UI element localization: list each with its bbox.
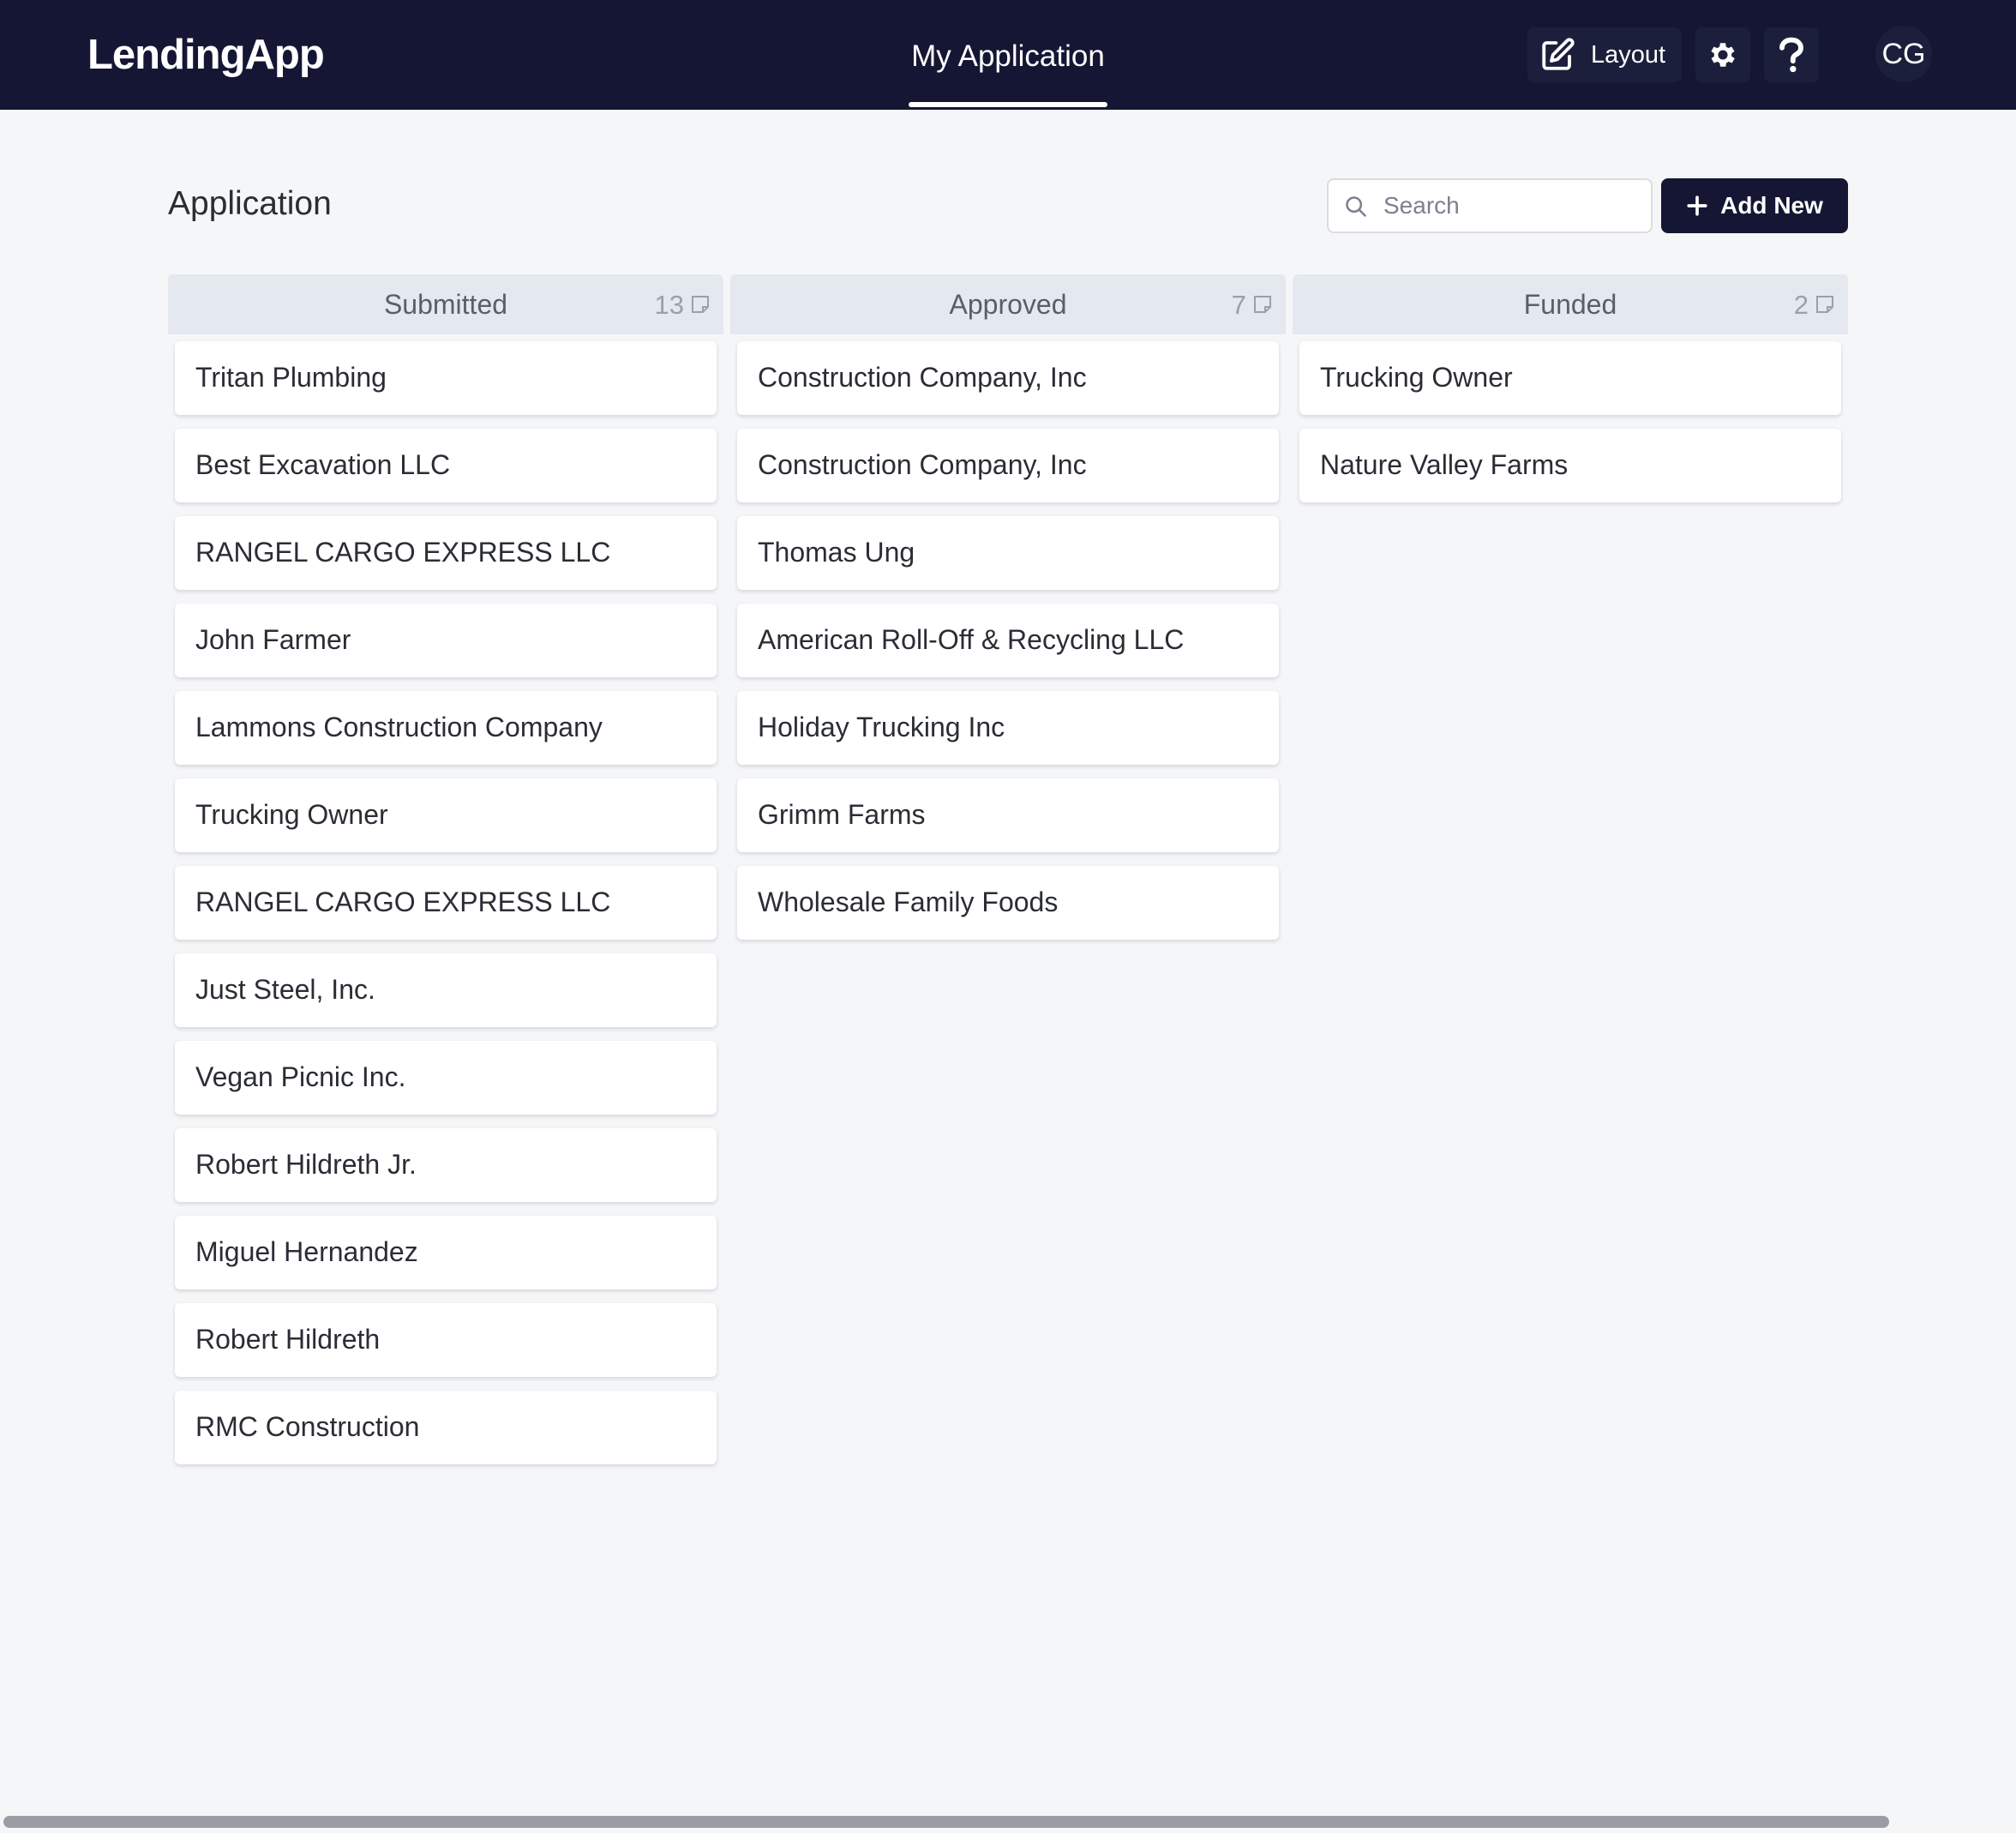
column-approved: Approved 7 Construction Company, Inc Con… xyxy=(730,274,1286,940)
card-title: John Farmer xyxy=(195,624,351,655)
card-title: Wholesale Family Foods xyxy=(758,886,1059,917)
card-title: Thomas Ung xyxy=(758,537,915,568)
application-card[interactable]: Holiday Trucking Inc xyxy=(737,691,1279,765)
card-title: RANGEL CARGO EXPRESS LLC xyxy=(195,537,611,568)
card-title: Nature Valley Farms xyxy=(1320,449,1569,480)
column-header: Approved 7 xyxy=(730,274,1286,334)
application-card[interactable]: Robert Hildreth xyxy=(175,1303,717,1377)
card-title: Grimm Farms xyxy=(758,799,926,830)
application-card[interactable]: Construction Company, Inc xyxy=(737,429,1279,502)
note-icon xyxy=(1254,296,1271,313)
page-title: Application xyxy=(168,185,332,222)
application-card[interactable]: Robert Hildreth Jr. xyxy=(175,1128,717,1202)
application-card[interactable]: Just Steel, Inc. xyxy=(175,953,717,1027)
column-count: 7 xyxy=(1231,290,1246,320)
tab-my-application[interactable]: My Application xyxy=(909,39,1107,108)
layout-label: Layout xyxy=(1591,40,1666,69)
horizontal-scrollbar[interactable] xyxy=(3,1816,1889,1828)
card-title: Trucking Owner xyxy=(195,799,388,830)
edit-icon xyxy=(1542,38,1575,70)
application-card[interactable]: RANGEL CARGO EXPRESS LLC xyxy=(175,866,717,940)
column-submitted: Submitted 13 Tritan Plumbing Best Excava… xyxy=(168,274,723,1464)
application-card[interactable]: Vegan Picnic Inc. xyxy=(175,1041,717,1115)
application-card[interactable]: Grimm Farms xyxy=(737,778,1279,852)
settings-button[interactable] xyxy=(1695,27,1750,82)
card-title: RANGEL CARGO EXPRESS LLC xyxy=(195,886,611,917)
application-card[interactable]: Thomas Ung xyxy=(737,516,1279,590)
application-card[interactable]: Nature Valley Farms xyxy=(1299,429,1841,502)
gear-icon xyxy=(1711,43,1735,67)
card-title: RMC Construction xyxy=(195,1411,420,1442)
application-card[interactable]: John Farmer xyxy=(175,604,717,677)
card-title: Lammons Construction Company xyxy=(195,712,603,742)
column-funded: Funded 2 Trucking Owner Nature Valley Fa… xyxy=(1293,274,1848,502)
layout-button[interactable]: Layout xyxy=(1527,27,1682,82)
active-tab-indicator xyxy=(909,102,1107,107)
card-title: Robert Hildreth xyxy=(195,1324,381,1355)
column-header: Submitted 13 xyxy=(168,274,723,334)
card-title: Trucking Owner xyxy=(1320,362,1513,393)
column-title: Funded xyxy=(1523,289,1617,320)
column-header: Funded 2 xyxy=(1293,274,1848,334)
search-input[interactable] xyxy=(1383,187,1641,225)
column-count: 2 xyxy=(1793,290,1809,320)
top-bar: LendingApp My Application Layout CG xyxy=(0,0,2016,110)
card-title: Holiday Trucking Inc xyxy=(758,712,1005,742)
card-title: Miguel Hernandez xyxy=(195,1236,418,1267)
question-icon xyxy=(1779,37,1803,73)
app-logo[interactable]: LendingApp xyxy=(87,31,325,79)
card-title: Tritan Plumbing xyxy=(195,362,387,393)
search-field[interactable] xyxy=(1327,178,1653,233)
card-title: Construction Company, Inc xyxy=(758,362,1087,393)
application-card[interactable]: RMC Construction xyxy=(175,1391,717,1464)
card-title: Robert Hildreth Jr. xyxy=(195,1149,417,1180)
card-title: Best Excavation LLC xyxy=(195,449,451,480)
card-title: Just Steel, Inc. xyxy=(195,974,375,1005)
card-title: American Roll-Off & Recycling LLC xyxy=(758,624,1185,655)
column-title: Approved xyxy=(949,289,1067,320)
column-title: Submitted xyxy=(383,289,508,320)
add-new-button[interactable]: Add New xyxy=(1661,178,1848,233)
card-title: Construction Company, Inc xyxy=(758,449,1087,480)
application-card[interactable]: Miguel Hernandez xyxy=(175,1216,717,1289)
user-avatar[interactable]: CG xyxy=(1875,26,1932,82)
card-title: Vegan Picnic Inc. xyxy=(195,1061,406,1092)
application-card[interactable]: Trucking Owner xyxy=(1299,341,1841,415)
add-new-label: Add New xyxy=(1720,192,1823,219)
application-card[interactable]: Trucking Owner xyxy=(175,778,717,852)
application-card[interactable]: American Roll-Off & Recycling LLC xyxy=(737,604,1279,677)
note-icon xyxy=(692,296,709,313)
application-card[interactable]: Wholesale Family Foods xyxy=(737,866,1279,940)
application-card[interactable]: Construction Company, Inc xyxy=(737,341,1279,415)
application-card[interactable]: Lammons Construction Company xyxy=(175,691,717,765)
search-icon xyxy=(1346,196,1366,217)
note-icon xyxy=(1816,296,1833,313)
application-card[interactable]: Best Excavation LLC xyxy=(175,429,717,502)
application-card[interactable]: Tritan Plumbing xyxy=(175,341,717,415)
plus-icon xyxy=(1687,195,1707,216)
tab-label: My Application xyxy=(911,39,1105,73)
application-card[interactable]: RANGEL CARGO EXPRESS LLC xyxy=(175,516,717,590)
help-button[interactable] xyxy=(1764,27,1819,82)
column-count: 13 xyxy=(654,290,684,320)
